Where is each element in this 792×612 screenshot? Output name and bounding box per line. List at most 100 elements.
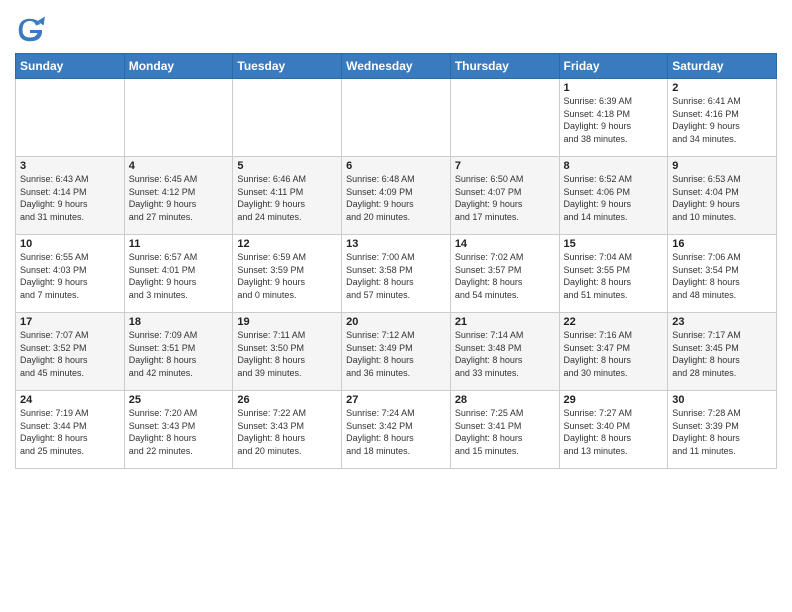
day-number: 3	[20, 160, 120, 172]
calendar-cell: 29Sunrise: 7:27 AM Sunset: 3:40 PM Dayli…	[559, 391, 668, 469]
day-number: 20	[346, 316, 446, 328]
calendar-header-row: SundayMondayTuesdayWednesdayThursdayFrid…	[16, 54, 777, 79]
day-number: 5	[237, 160, 337, 172]
calendar-cell: 4Sunrise: 6:45 AM Sunset: 4:12 PM Daylig…	[124, 157, 233, 235]
header	[15, 10, 777, 45]
calendar-cell: 30Sunrise: 7:28 AM Sunset: 3:39 PM Dayli…	[668, 391, 777, 469]
day-number: 1	[564, 82, 664, 94]
calendar-cell: 13Sunrise: 7:00 AM Sunset: 3:58 PM Dayli…	[342, 235, 451, 313]
day-number: 10	[20, 238, 120, 250]
day-number: 29	[564, 394, 664, 406]
day-number: 23	[672, 316, 772, 328]
calendar-cell: 15Sunrise: 7:04 AM Sunset: 3:55 PM Dayli…	[559, 235, 668, 313]
calendar-cell: 17Sunrise: 7:07 AM Sunset: 3:52 PM Dayli…	[16, 313, 125, 391]
day-info: Sunrise: 6:53 AM Sunset: 4:04 PM Dayligh…	[672, 173, 772, 223]
calendar-header-monday: Monday	[124, 54, 233, 79]
day-number: 2	[672, 82, 772, 94]
calendar-cell: 2Sunrise: 6:41 AM Sunset: 4:16 PM Daylig…	[668, 79, 777, 157]
calendar: SundayMondayTuesdayWednesdayThursdayFrid…	[15, 53, 777, 469]
calendar-cell: 20Sunrise: 7:12 AM Sunset: 3:49 PM Dayli…	[342, 313, 451, 391]
calendar-header-thursday: Thursday	[450, 54, 559, 79]
day-number: 30	[672, 394, 772, 406]
day-number: 18	[129, 316, 229, 328]
day-info: Sunrise: 7:09 AM Sunset: 3:51 PM Dayligh…	[129, 329, 229, 379]
day-info: Sunrise: 7:19 AM Sunset: 3:44 PM Dayligh…	[20, 407, 120, 457]
calendar-cell: 3Sunrise: 6:43 AM Sunset: 4:14 PM Daylig…	[16, 157, 125, 235]
logo	[15, 15, 49, 45]
calendar-header-wednesday: Wednesday	[342, 54, 451, 79]
day-number: 11	[129, 238, 229, 250]
day-number: 12	[237, 238, 337, 250]
day-number: 6	[346, 160, 446, 172]
calendar-cell: 16Sunrise: 7:06 AM Sunset: 3:54 PM Dayli…	[668, 235, 777, 313]
day-info: Sunrise: 7:24 AM Sunset: 3:42 PM Dayligh…	[346, 407, 446, 457]
calendar-cell	[16, 79, 125, 157]
day-number: 28	[455, 394, 555, 406]
day-info: Sunrise: 7:14 AM Sunset: 3:48 PM Dayligh…	[455, 329, 555, 379]
day-info: Sunrise: 6:50 AM Sunset: 4:07 PM Dayligh…	[455, 173, 555, 223]
day-number: 24	[20, 394, 120, 406]
day-number: 4	[129, 160, 229, 172]
day-number: 8	[564, 160, 664, 172]
day-info: Sunrise: 6:48 AM Sunset: 4:09 PM Dayligh…	[346, 173, 446, 223]
calendar-cell: 7Sunrise: 6:50 AM Sunset: 4:07 PM Daylig…	[450, 157, 559, 235]
day-info: Sunrise: 7:12 AM Sunset: 3:49 PM Dayligh…	[346, 329, 446, 379]
day-number: 22	[564, 316, 664, 328]
calendar-cell: 1Sunrise: 6:39 AM Sunset: 4:18 PM Daylig…	[559, 79, 668, 157]
calendar-week-5: 24Sunrise: 7:19 AM Sunset: 3:44 PM Dayli…	[16, 391, 777, 469]
day-info: Sunrise: 6:41 AM Sunset: 4:16 PM Dayligh…	[672, 95, 772, 145]
day-number: 17	[20, 316, 120, 328]
day-number: 16	[672, 238, 772, 250]
calendar-cell: 5Sunrise: 6:46 AM Sunset: 4:11 PM Daylig…	[233, 157, 342, 235]
logo-icon	[15, 15, 45, 45]
day-number: 25	[129, 394, 229, 406]
calendar-cell: 11Sunrise: 6:57 AM Sunset: 4:01 PM Dayli…	[124, 235, 233, 313]
day-info: Sunrise: 7:00 AM Sunset: 3:58 PM Dayligh…	[346, 251, 446, 301]
calendar-cell: 24Sunrise: 7:19 AM Sunset: 3:44 PM Dayli…	[16, 391, 125, 469]
calendar-week-2: 3Sunrise: 6:43 AM Sunset: 4:14 PM Daylig…	[16, 157, 777, 235]
day-number: 19	[237, 316, 337, 328]
calendar-cell: 27Sunrise: 7:24 AM Sunset: 3:42 PM Dayli…	[342, 391, 451, 469]
day-number: 27	[346, 394, 446, 406]
day-info: Sunrise: 7:02 AM Sunset: 3:57 PM Dayligh…	[455, 251, 555, 301]
calendar-cell	[342, 79, 451, 157]
day-number: 21	[455, 316, 555, 328]
day-info: Sunrise: 7:16 AM Sunset: 3:47 PM Dayligh…	[564, 329, 664, 379]
day-info: Sunrise: 6:57 AM Sunset: 4:01 PM Dayligh…	[129, 251, 229, 301]
day-number: 26	[237, 394, 337, 406]
calendar-week-4: 17Sunrise: 7:07 AM Sunset: 3:52 PM Dayli…	[16, 313, 777, 391]
day-info: Sunrise: 7:27 AM Sunset: 3:40 PM Dayligh…	[564, 407, 664, 457]
calendar-cell	[233, 79, 342, 157]
calendar-cell: 10Sunrise: 6:55 AM Sunset: 4:03 PM Dayli…	[16, 235, 125, 313]
day-number: 15	[564, 238, 664, 250]
calendar-cell: 19Sunrise: 7:11 AM Sunset: 3:50 PM Dayli…	[233, 313, 342, 391]
calendar-week-3: 10Sunrise: 6:55 AM Sunset: 4:03 PM Dayli…	[16, 235, 777, 313]
day-info: Sunrise: 6:55 AM Sunset: 4:03 PM Dayligh…	[20, 251, 120, 301]
calendar-header-saturday: Saturday	[668, 54, 777, 79]
calendar-cell: 22Sunrise: 7:16 AM Sunset: 3:47 PM Dayli…	[559, 313, 668, 391]
day-number: 14	[455, 238, 555, 250]
calendar-cell: 8Sunrise: 6:52 AM Sunset: 4:06 PM Daylig…	[559, 157, 668, 235]
day-info: Sunrise: 6:59 AM Sunset: 3:59 PM Dayligh…	[237, 251, 337, 301]
day-info: Sunrise: 6:39 AM Sunset: 4:18 PM Dayligh…	[564, 95, 664, 145]
calendar-header-tuesday: Tuesday	[233, 54, 342, 79]
day-info: Sunrise: 7:11 AM Sunset: 3:50 PM Dayligh…	[237, 329, 337, 379]
calendar-header-friday: Friday	[559, 54, 668, 79]
day-number: 13	[346, 238, 446, 250]
calendar-header-sunday: Sunday	[16, 54, 125, 79]
day-info: Sunrise: 6:43 AM Sunset: 4:14 PM Dayligh…	[20, 173, 120, 223]
calendar-cell: 25Sunrise: 7:20 AM Sunset: 3:43 PM Dayli…	[124, 391, 233, 469]
day-info: Sunrise: 7:17 AM Sunset: 3:45 PM Dayligh…	[672, 329, 772, 379]
calendar-cell: 21Sunrise: 7:14 AM Sunset: 3:48 PM Dayli…	[450, 313, 559, 391]
day-info: Sunrise: 7:20 AM Sunset: 3:43 PM Dayligh…	[129, 407, 229, 457]
calendar-cell: 14Sunrise: 7:02 AM Sunset: 3:57 PM Dayli…	[450, 235, 559, 313]
day-info: Sunrise: 7:22 AM Sunset: 3:43 PM Dayligh…	[237, 407, 337, 457]
page: SundayMondayTuesdayWednesdayThursdayFrid…	[0, 0, 792, 612]
calendar-cell: 28Sunrise: 7:25 AM Sunset: 3:41 PM Dayli…	[450, 391, 559, 469]
calendar-cell: 12Sunrise: 6:59 AM Sunset: 3:59 PM Dayli…	[233, 235, 342, 313]
calendar-week-1: 1Sunrise: 6:39 AM Sunset: 4:18 PM Daylig…	[16, 79, 777, 157]
day-info: Sunrise: 6:52 AM Sunset: 4:06 PM Dayligh…	[564, 173, 664, 223]
calendar-cell: 23Sunrise: 7:17 AM Sunset: 3:45 PM Dayli…	[668, 313, 777, 391]
calendar-cell: 18Sunrise: 7:09 AM Sunset: 3:51 PM Dayli…	[124, 313, 233, 391]
day-number: 7	[455, 160, 555, 172]
